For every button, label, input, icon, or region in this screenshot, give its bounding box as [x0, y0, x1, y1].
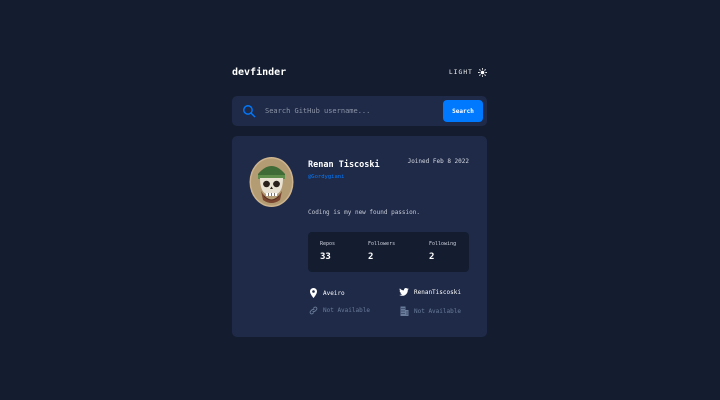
profile-name: Renan Tiscoski — [308, 160, 380, 170]
theme-toggle-label: LIGHT — [448, 68, 473, 76]
twitter-text: RenanTiscoski — [414, 288, 461, 296]
logo: devfinder — [232, 66, 287, 78]
stat-label: Repos — [320, 241, 336, 247]
location-pin-icon — [309, 288, 317, 298]
skull-avatar-icon — [249, 157, 294, 207]
stat-value: 33 — [320, 252, 331, 262]
search-bar: Search — [232, 96, 487, 126]
stat-value: 2 — [368, 252, 374, 262]
search-icon — [243, 105, 256, 118]
blog-text: Not Available — [323, 307, 370, 314]
stat-repos: Repos 33 — [320, 241, 335, 262]
stats-panel: Repos 33 Followers 2 Following 2 — [308, 232, 469, 272]
location-link: Aveiro — [308, 288, 345, 298]
stat-label: Followers — [368, 241, 396, 247]
header: devfinder LIGHT — [232, 62, 487, 82]
stat-followers: Followers 2 — [368, 241, 395, 262]
company-text: Not Available — [414, 307, 461, 315]
blog-link: Not Available — [308, 306, 370, 315]
search-button[interactable]: Search — [443, 100, 483, 122]
twitter-icon — [399, 288, 409, 296]
stat-following: Following 2 — [429, 241, 456, 262]
sun-icon — [478, 67, 487, 77]
stat-label: Following — [429, 241, 457, 247]
stat-value: 2 — [429, 252, 435, 262]
theme-toggle[interactable]: LIGHT — [448, 67, 487, 77]
devfinder-app: devfinder LIGHT Search GitHub username..… — [232, 62, 487, 337]
profile-links: Aveiro RenanTiscoski Not Available Not A… — [308, 286, 478, 320]
joined-date: Joined Feb 8 2022 — [407, 158, 469, 165]
building-icon — [400, 306, 408, 316]
search-input[interactable] — [265, 107, 443, 115]
location-text: Aveiro — [323, 289, 345, 297]
link-icon — [309, 306, 317, 315]
profile-card: Renan Tiscoski @Gordygiani Joined Feb 8 … — [232, 136, 487, 337]
profile-bio: Coding is my new found passion. — [308, 209, 420, 216]
twitter-link[interactable]: RenanTiscoski — [399, 288, 461, 296]
company-link: Not Available — [399, 306, 461, 316]
profile-handle[interactable]: @Gordygiani — [308, 174, 344, 180]
